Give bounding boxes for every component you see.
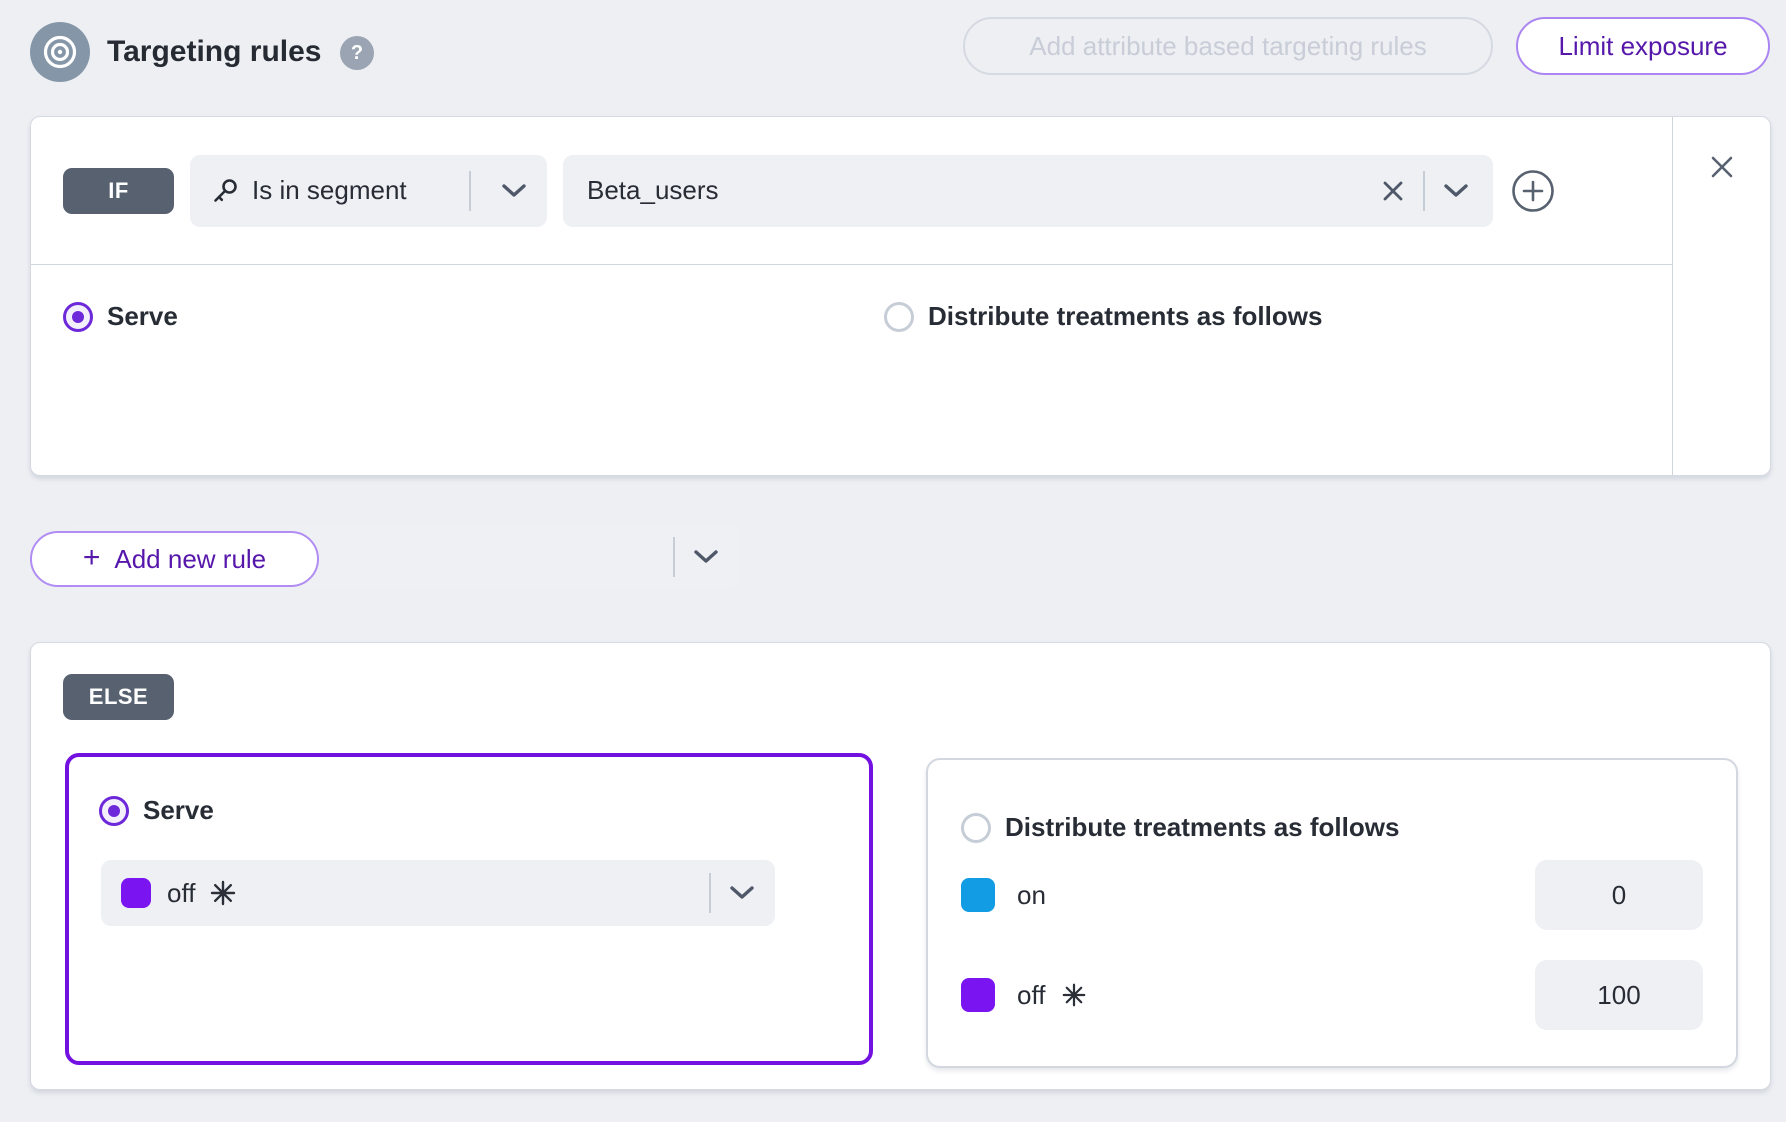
divider — [469, 171, 471, 211]
add-attribute-rules-button[interactable]: Add attribute based targeting rules — [963, 17, 1493, 75]
distribution-row: on 0 — [961, 860, 1703, 930]
page-title: Targeting rules — [107, 31, 321, 73]
matcher-select[interactable]: Is in segment — [190, 155, 547, 227]
if-condition-row: IF Is in segment Beta_users — [31, 117, 1673, 265]
treatment-swatch — [121, 878, 151, 908]
serve-radio[interactable] — [99, 796, 129, 826]
percentage-input[interactable]: 100 — [1535, 960, 1703, 1030]
serve-radio[interactable] — [63, 302, 93, 332]
else-badge: ELSE — [63, 674, 174, 720]
add-condition-button[interactable] — [1511, 169, 1555, 213]
else-distribute-box[interactable]: Distribute treatments as follows on 0 of… — [926, 758, 1738, 1068]
default-treatment-icon — [1061, 982, 1087, 1008]
if-badge: IF — [63, 168, 174, 214]
limit-exposure-button[interactable]: Limit exposure — [1516, 17, 1770, 75]
chevron-down-icon[interactable] — [501, 183, 527, 199]
rule-card-rail — [1672, 117, 1770, 475]
distribute-radio[interactable] — [961, 813, 991, 843]
clear-icon[interactable] — [1381, 179, 1405, 203]
segment-value-select[interactable]: Beta_users — [563, 155, 1493, 227]
distribute-label: Distribute treatments as follows — [1005, 812, 1399, 843]
default-treatment-icon — [209, 879, 237, 907]
percentage-input[interactable]: 0 — [1535, 860, 1703, 930]
treatment-label: on — [1017, 880, 1046, 911]
chevron-down-icon[interactable] — [693, 549, 719, 565]
targeting-rules-icon — [30, 22, 90, 82]
add-new-rule-button[interactable]: + Add new rule — [30, 531, 319, 587]
serve-option[interactable]: Serve — [63, 301, 178, 332]
distribution-row: off 100 — [961, 960, 1703, 1030]
key-icon — [210, 176, 240, 206]
help-icon[interactable]: ? — [340, 36, 374, 70]
treatment-label: off — [167, 878, 195, 909]
bullseye-icon — [38, 30, 82, 74]
divider — [673, 537, 675, 577]
segment-value: Beta_users — [587, 175, 719, 206]
close-icon — [1709, 154, 1735, 180]
matcher-label: Is in segment — [252, 175, 407, 206]
treatment-swatch — [961, 878, 995, 912]
treatment-select[interactable]: off — [101, 860, 775, 926]
treatment-swatch — [961, 978, 995, 1012]
serve-label: Serve — [143, 795, 214, 826]
if-rule-card: IF Is in segment Beta_users — [30, 116, 1771, 476]
add-new-rule-label: Add new rule — [114, 544, 266, 575]
targeting-rules-page: { "header": { "title": "Targeting rules"… — [0, 0, 1786, 1122]
serve-label: Serve — [107, 301, 178, 332]
chevron-down-icon[interactable] — [729, 885, 755, 901]
plus-circle-icon — [1511, 169, 1555, 213]
treatment-label: off — [1017, 980, 1045, 1011]
serve-option[interactable]: Serve — [99, 795, 214, 826]
if-serve-section: Serve Distribute treatments as follows o… — [31, 265, 1673, 475]
plus-icon: + — [83, 543, 101, 573]
chevron-down-icon[interactable] — [1443, 183, 1469, 199]
else-serve-box[interactable]: Serve off — [65, 753, 873, 1065]
divider — [1423, 171, 1425, 211]
divider — [709, 873, 711, 913]
else-rule-card: ELSE Serve off Distribute treatments as … — [30, 642, 1771, 1090]
distribute-option[interactable]: Distribute treatments as follows — [961, 812, 1399, 843]
distribute-radio[interactable] — [884, 302, 914, 332]
delete-rule-button[interactable] — [1700, 145, 1744, 189]
distribute-option[interactable]: Distribute treatments as follows — [884, 301, 1322, 332]
distribution-rows: on 0 off 100 — [961, 860, 1703, 1030]
distribute-label: Distribute treatments as follows — [928, 301, 1322, 332]
